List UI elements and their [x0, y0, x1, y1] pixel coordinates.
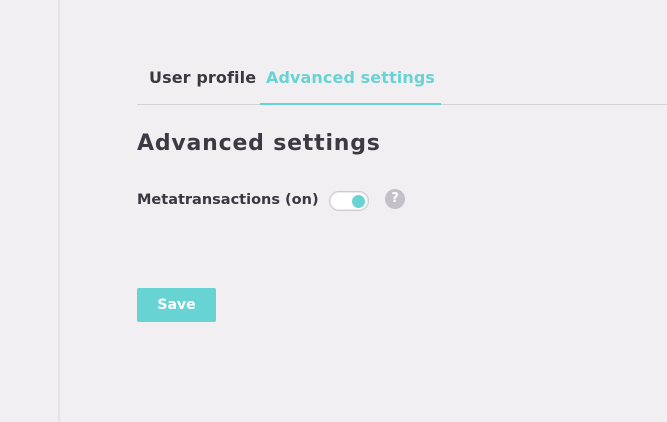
page-title: Advanced settings — [137, 131, 381, 156]
metatransactions-label: Metatransactions (on) — [137, 192, 319, 208]
question-mark-icon[interactable]: ? — [385, 189, 405, 209]
save-button[interactable]: Save — [137, 288, 216, 322]
toggle-knob — [352, 195, 365, 208]
metatransactions-toggle[interactable] — [329, 191, 369, 211]
tab-advanced-settings[interactable]: Advanced settings — [260, 56, 441, 105]
tab-user-profile[interactable]: User profile — [149, 56, 256, 103]
main-content: User profile Advanced settings Advanced … — [62, 0, 667, 422]
left-sidebar — [0, 0, 60, 422]
settings-tabs: User profile Advanced settings — [137, 56, 667, 105]
